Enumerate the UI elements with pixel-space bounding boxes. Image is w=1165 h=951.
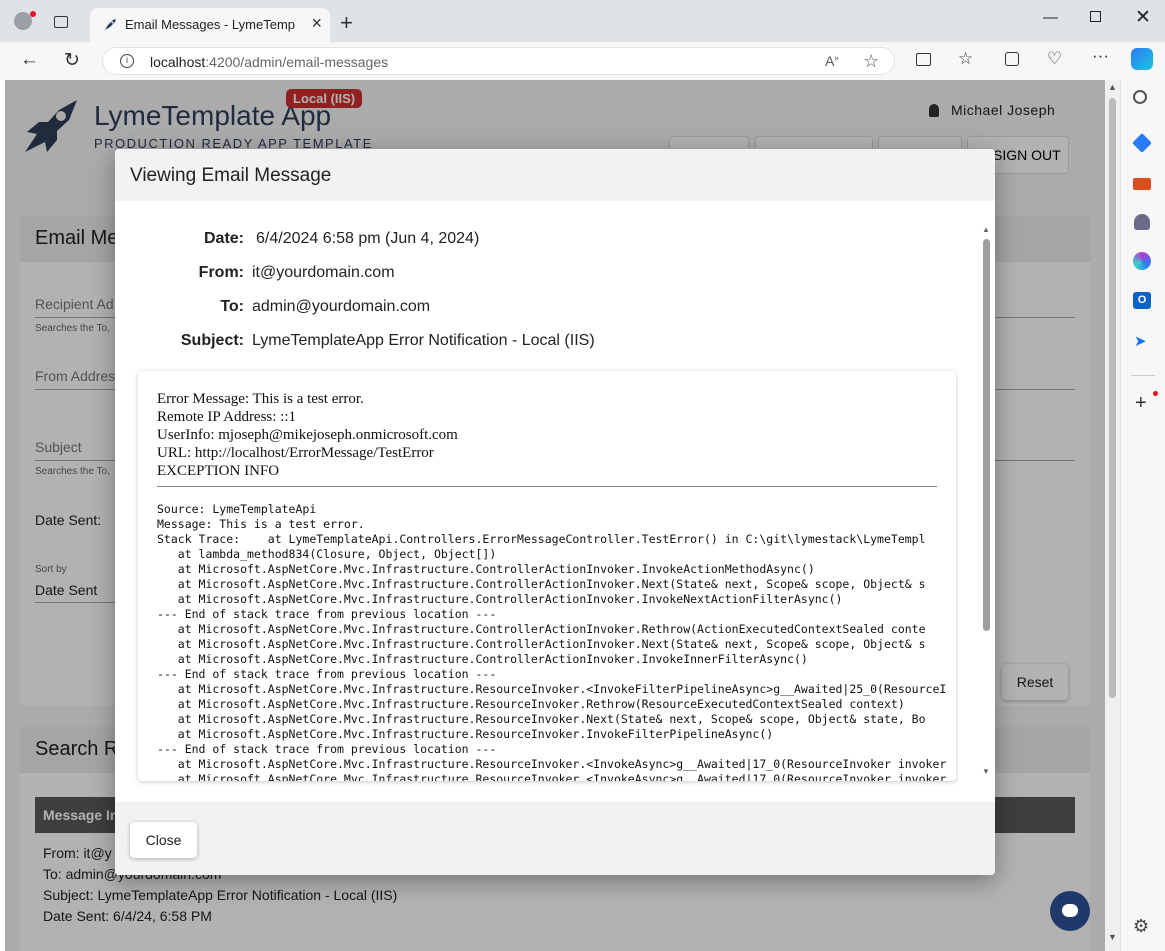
more-menu-icon[interactable]: ···: [1092, 46, 1109, 66]
date-value: 6/4/2024 6:58 pm (Jun 4, 2024): [256, 230, 480, 247]
address-url[interactable]: localhost:4200/admin/email-messages: [150, 54, 388, 70]
subject-label: Subject:: [180, 332, 244, 349]
tab-title: Email Messages - LymeTemplate: [125, 17, 295, 32]
new-tab-icon[interactable]: +: [340, 10, 353, 36]
search-icon[interactable]: [1133, 90, 1147, 104]
dialog-footer: Close: [115, 802, 995, 875]
office-icon[interactable]: [1133, 252, 1151, 270]
stack-trace: Source: LymeTemplateApi Message: This is…: [157, 502, 947, 781]
address-bar[interactable]: i localhost:4200/admin/email-messages A»…: [102, 47, 895, 75]
close-window-icon[interactable]: ✕: [1135, 6, 1151, 29]
body-user-info: UserInfo: mjoseph@mikejoseph.onmicrosoft…: [157, 427, 458, 443]
maximize-icon[interactable]: [1090, 11, 1101, 22]
tools-icon[interactable]: [1133, 178, 1151, 190]
send-icon[interactable]: ➤: [1134, 332, 1147, 350]
favorite-star-icon[interactable]: ☆: [863, 51, 879, 72]
browser-tab-active[interactable]: Email Messages - LymeTemplate ×: [90, 8, 330, 42]
chat-bubble-icon: [1062, 904, 1078, 917]
split-screen-icon[interactable]: [916, 53, 931, 66]
favorites-icon[interactable]: ☆: [958, 49, 973, 69]
body-exception-info: EXCEPTION INFO: [157, 463, 280, 479]
date-label: Date:: [203, 230, 244, 247]
shopping-tag-icon[interactable]: [1132, 133, 1152, 153]
browser-essentials-icon[interactable]: ♡: [1047, 49, 1062, 69]
email-body-frame[interactable]: Error Message: This is a test error. Rem…: [138, 371, 956, 781]
outlook-icon[interactable]: O: [1133, 292, 1151, 309]
dialog-scroll-thumb[interactable]: [983, 239, 990, 631]
close-button[interactable]: Close: [130, 822, 197, 858]
subject-value: LymeTemplateApp Error Notification - Loc…: [252, 332, 595, 349]
sidebar-settings-icon[interactable]: ⚙: [1133, 916, 1149, 937]
profile-notification-dot: [30, 11, 36, 17]
to-value: admin@yourdomain.com: [252, 298, 431, 315]
collections-icon[interactable]: [1005, 52, 1019, 66]
sidebar-divider: [1131, 375, 1155, 376]
read-aloud-icon[interactable]: A»: [825, 53, 839, 69]
minimize-icon[interactable]: —: [1043, 9, 1058, 26]
add-app-notification-dot: [1153, 391, 1158, 396]
from-label: From:: [198, 264, 244, 281]
body-url: URL: http://localhost/ErrorMessage/TestE…: [157, 445, 434, 461]
body-divider: [157, 486, 937, 487]
back-icon[interactable]: ←: [20, 49, 39, 71]
tab-close-icon[interactable]: ×: [311, 13, 322, 34]
tab-actions-icon[interactable]: [54, 16, 68, 28]
dialog-scroll-down-icon[interactable]: ▼: [982, 767, 990, 776]
people-icon[interactable]: [1134, 214, 1150, 230]
refresh-icon[interactable]: ↻: [64, 49, 80, 72]
copilot-icon[interactable]: [1131, 48, 1153, 70]
scroll-up-arrow-icon[interactable]: ▲: [1108, 82, 1117, 92]
edge-sidebar: O ➤ + ⚙: [1120, 80, 1165, 951]
scroll-thumb[interactable]: [1109, 98, 1116, 698]
to-label: To:: [220, 298, 244, 315]
url-host: localhost: [150, 54, 206, 70]
dialog-scroll-up-icon[interactable]: ▲: [982, 225, 990, 234]
body-remote-ip: Remote IP Address: ::1: [157, 409, 297, 425]
page-scrollbar[interactable]: ▲ ▼: [1105, 80, 1120, 951]
add-sidebar-app-icon[interactable]: +: [1135, 392, 1147, 415]
dialog-title: Viewing Email Message: [130, 165, 332, 186]
chat-fab-button[interactable]: [1050, 891, 1090, 931]
url-path: :4200/admin/email-messages: [205, 54, 389, 70]
from-value: it@yourdomain.com: [252, 264, 395, 281]
email-viewer-dialog: Viewing Email Message Date: 6/4/2024 6:5…: [115, 149, 995, 875]
rocket-favicon-icon: [105, 19, 116, 30]
close-label: Close: [145, 832, 182, 848]
body-error-message: Error Message: This is a test error.: [157, 391, 364, 407]
dialog-header: Viewing Email Message: [115, 149, 995, 201]
scroll-down-arrow-icon[interactable]: ▼: [1108, 932, 1117, 942]
dialog-scrollbar[interactable]: ▲ ▼: [980, 225, 992, 781]
browser-tab-strip: Email Messages - LymeTemplate × + — ✕: [0, 0, 1165, 42]
site-info-icon[interactable]: i: [120, 54, 134, 68]
